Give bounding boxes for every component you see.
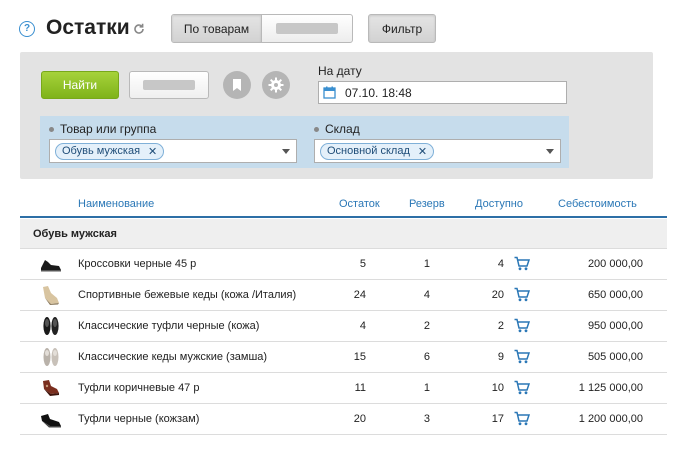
stock-value: 15 xyxy=(353,351,366,363)
placeholder-label xyxy=(276,23,338,34)
product-thumbnail-icon xyxy=(43,286,59,305)
reserve-value: 1 xyxy=(423,258,430,270)
cart-icon[interactable] xyxy=(514,373,530,404)
available-value: 10 xyxy=(491,382,504,394)
chevron-down-icon[interactable] xyxy=(546,149,554,154)
find-button[interactable]: Найти xyxy=(41,71,119,99)
reserve-value: 4 xyxy=(423,289,430,301)
product-thumbnail-icon xyxy=(41,414,61,428)
goods-select[interactable]: Обувь мужская ✕ xyxy=(49,139,297,163)
cart-icon[interactable] xyxy=(514,280,530,311)
table-row[interactable]: Спортивные бежевые кеды (кожа /Италия) 24… xyxy=(20,280,667,311)
cost-value: 1 125 000,00 xyxy=(578,382,643,394)
bookmark-button[interactable] xyxy=(223,71,251,99)
group-row[interactable]: Обувь мужская xyxy=(20,219,667,249)
date-value: 07.10. 18:48 xyxy=(345,85,412,100)
reserve-value: 6 xyxy=(423,351,430,363)
cost-value: 1 200 000,00 xyxy=(578,413,643,425)
stock-value: 11 xyxy=(354,382,366,394)
table-row[interactable]: Классические кеды мужские (замша) 15 6 9 505… xyxy=(20,342,667,373)
bullet-icon xyxy=(49,126,54,132)
secondary-button[interactable] xyxy=(129,71,209,99)
stock-value: 4 xyxy=(359,320,366,332)
refresh-icon[interactable] xyxy=(133,23,145,35)
product-name[interactable]: Классические туфли черные (кожа) xyxy=(78,320,259,332)
table-row[interactable]: Туфли черные (кожзам) 20 3 17 1 200 000,00 xyxy=(20,404,667,435)
goods-filter-label: Товар или группа xyxy=(49,122,297,136)
table-row[interactable]: Классические туфли черные (кожа) 4 2 2 950 0… xyxy=(20,311,667,342)
group-title: Обувь мужская xyxy=(33,228,117,240)
cart-icon[interactable] xyxy=(514,249,530,280)
bullet-icon xyxy=(314,126,319,132)
column-header-available[interactable]: Доступно xyxy=(475,198,523,210)
warehouse-filter-label: Склад xyxy=(314,122,561,136)
cart-icon[interactable] xyxy=(514,404,530,435)
settings-button[interactable] xyxy=(262,71,290,99)
placeholder-label xyxy=(143,80,195,90)
filter-panel: Найти На дату 07.10. 18:48 Товар или гру… xyxy=(20,52,653,179)
help-icon[interactable]: ? xyxy=(19,21,35,37)
reserve-value: 2 xyxy=(423,320,430,332)
cost-value: 650 000,00 xyxy=(587,289,643,301)
product-thumbnail-icon xyxy=(43,317,59,335)
product-name[interactable]: Спортивные бежевые кеды (кожа /Италия) xyxy=(78,289,296,301)
column-header-cost[interactable]: Себестоимость xyxy=(558,198,637,210)
available-value: 2 xyxy=(497,320,504,332)
remove-chip-icon[interactable]: ✕ xyxy=(418,145,427,158)
column-header-stock[interactable]: Остаток xyxy=(339,198,380,210)
column-header-name[interactable]: Наименование xyxy=(78,198,154,210)
view-mode-toggle: По товарам xyxy=(171,14,353,43)
stock-value: 20 xyxy=(353,413,366,425)
product-thumbnail-icon xyxy=(41,260,61,272)
stock-value: 24 xyxy=(353,289,366,301)
remove-chip-icon[interactable]: ✕ xyxy=(148,145,157,158)
tab-by-goods[interactable]: По товарам xyxy=(172,15,262,42)
goods-filter: Товар или группа Обувь мужская ✕ xyxy=(49,122,297,163)
date-label: На дату xyxy=(318,64,362,78)
goods-chip: Обувь мужская ✕ xyxy=(55,142,165,160)
product-name[interactable]: Туфли коричневые 47 р xyxy=(78,382,199,394)
product-name[interactable]: Кроссовки черные 45 р xyxy=(78,258,196,270)
available-value: 9 xyxy=(497,351,504,363)
cost-value: 200 000,00 xyxy=(587,258,643,270)
date-input[interactable]: 07.10. 18:48 xyxy=(318,81,567,104)
product-thumbnail-icon xyxy=(43,380,59,396)
available-value: 4 xyxy=(497,258,504,270)
filters-row: Товар или группа Обувь мужская ✕ Склад О… xyxy=(40,116,569,168)
column-header-reserve[interactable]: Резерв xyxy=(409,198,445,210)
calendar-icon[interactable] xyxy=(323,86,336,99)
warehouse-filter: Склад Основной склад ✕ xyxy=(314,122,561,163)
product-name[interactable]: Классические кеды мужские (замша) xyxy=(78,351,267,363)
cost-value: 950 000,00 xyxy=(587,320,643,332)
available-value: 20 xyxy=(491,289,504,301)
table-row[interactable]: Кроссовки черные 45 р 5 1 4 200 000,00 xyxy=(20,249,667,280)
table-row[interactable]: Туфли коричневые 47 р 11 1 10 1 125 000,00 xyxy=(20,373,667,404)
tab-second-view[interactable] xyxy=(262,15,352,42)
product-thumbnail-icon xyxy=(43,348,59,366)
table-header: Наименование Остаток Резерв Доступно Себ… xyxy=(20,190,667,218)
bookmark-icon xyxy=(233,79,241,91)
warehouse-select[interactable]: Основной склад ✕ xyxy=(314,139,561,163)
filter-button[interactable]: Фильтр xyxy=(368,14,436,43)
available-value: 17 xyxy=(491,413,504,425)
reserve-value: 3 xyxy=(423,413,430,425)
stock-value: 5 xyxy=(359,258,366,270)
gear-icon xyxy=(268,77,284,93)
product-name[interactable]: Туфли черные (кожзам) xyxy=(78,413,199,425)
page-title: Остатки xyxy=(46,16,130,39)
reserve-value: 1 xyxy=(423,382,430,394)
cost-value: 505 000,00 xyxy=(587,351,643,363)
chevron-down-icon[interactable] xyxy=(282,149,290,154)
warehouse-chip: Основной склад ✕ xyxy=(320,142,435,160)
cart-icon[interactable] xyxy=(514,311,530,342)
cart-icon[interactable] xyxy=(514,342,530,373)
